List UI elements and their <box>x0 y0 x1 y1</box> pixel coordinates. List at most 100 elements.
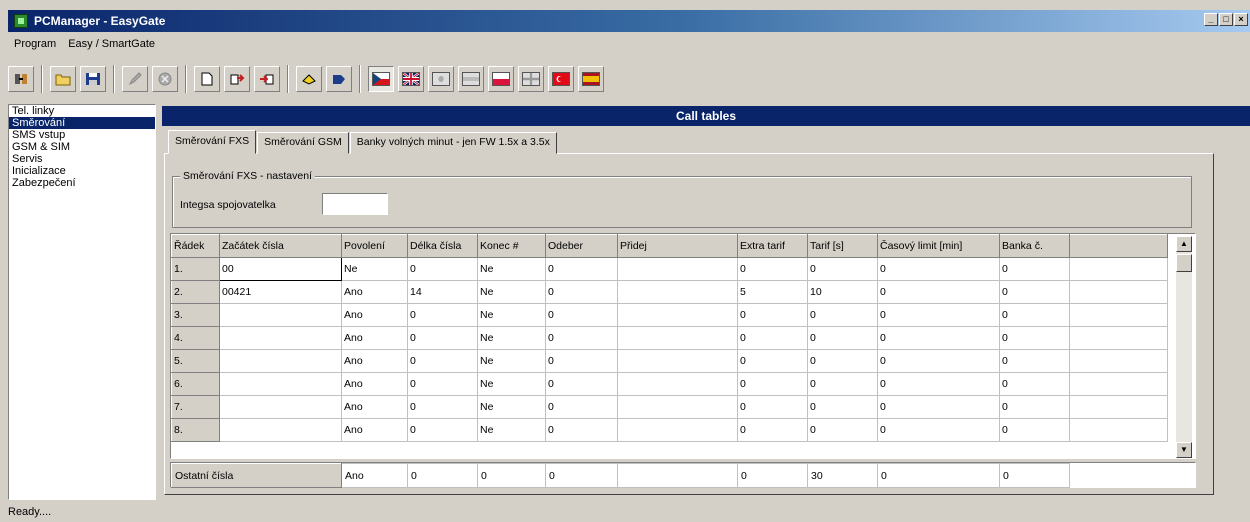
stop-button[interactable] <box>152 66 178 92</box>
column-header[interactable]: Odeber <box>545 234 618 258</box>
sidebar-item[interactable]: Tel. linky <box>9 105 155 117</box>
sidebar-item[interactable]: GSM & SIM <box>9 141 155 153</box>
table-cell[interactable]: Ne <box>477 280 546 304</box>
flag-poland-button[interactable] <box>488 66 514 92</box>
table-cell[interactable] <box>617 257 738 281</box>
flag-generic-button[interactable] <box>428 66 454 92</box>
table-cell[interactable]: 5 <box>737 280 808 304</box>
table-cell[interactable]: 0 <box>877 257 1000 281</box>
table-cell[interactable]: 00 <box>219 257 342 281</box>
table-cell[interactable]: 0 <box>737 303 808 327</box>
export-button[interactable] <box>224 66 250 92</box>
table-cell[interactable] <box>617 372 738 396</box>
table-cell[interactable]: 0 <box>737 326 808 350</box>
table-cell[interactable]: Ano <box>341 395 408 419</box>
column-header[interactable]: Tarif [s] <box>807 234 878 258</box>
table-cell[interactable] <box>617 418 738 442</box>
table-cell[interactable]: Ne <box>477 349 546 373</box>
table-cell[interactable] <box>617 326 738 350</box>
new-document-button[interactable] <box>194 66 220 92</box>
sidebar-item[interactable]: SMS vstup <box>9 129 155 141</box>
tab-item[interactable]: Směrování FXS <box>168 130 257 154</box>
table-cell[interactable]: Ne <box>477 257 546 281</box>
column-header[interactable]: Konec # <box>477 234 546 258</box>
table-cell[interactable] <box>617 303 738 327</box>
table-cell[interactable] <box>219 418 342 442</box>
table-cell[interactable]: 0 <box>407 418 478 442</box>
table-cell[interactable]: 0 <box>407 257 478 281</box>
table-cell[interactable]: 0 <box>737 463 808 488</box>
save-button[interactable] <box>80 66 106 92</box>
table-cell[interactable]: 0 <box>407 372 478 396</box>
table-cell[interactable]: Ano <box>341 280 408 304</box>
table-cell[interactable]: 0 <box>545 257 618 281</box>
table-cell[interactable]: 0 <box>877 418 1000 442</box>
table-cell[interactable]: 0 <box>999 349 1070 373</box>
sidebar-item[interactable]: Servis <box>9 153 155 165</box>
sidebar-item[interactable]: Inicializace <box>9 165 155 177</box>
table-cell[interactable]: 0 <box>999 326 1070 350</box>
table-cell[interactable] <box>219 303 342 327</box>
table-cell[interactable]: 0 <box>545 303 618 327</box>
flag-spain-button[interactable] <box>578 66 604 92</box>
table-cell[interactable]: 0 <box>999 280 1070 304</box>
table-cell[interactable]: 0 <box>807 418 878 442</box>
column-header[interactable]: Délka čísla <box>407 234 478 258</box>
table-cell[interactable]: 0 <box>877 326 1000 350</box>
table-cell[interactable]: 0 <box>877 280 1000 304</box>
column-header[interactable]: Přidej <box>617 234 738 258</box>
tab-item[interactable]: Směrování GSM <box>257 132 349 154</box>
table-cell[interactable]: Ne <box>341 257 408 281</box>
table-cell[interactable]: 10 <box>807 280 878 304</box>
table-cell[interactable] <box>219 395 342 419</box>
table-cell[interactable]: 0 <box>545 349 618 373</box>
table-cell[interactable]: 0 <box>545 326 618 350</box>
table-cell[interactable]: Ano <box>341 418 408 442</box>
table-cell[interactable]: Ano <box>341 303 408 327</box>
column-header[interactable]: Banka č. <box>999 234 1070 258</box>
table-cell[interactable] <box>617 280 738 304</box>
grid-scrollbar[interactable]: ▲ ▼ <box>1176 236 1192 458</box>
table-cell[interactable] <box>617 395 738 419</box>
column-header[interactable]: Extra tarif <box>737 234 808 258</box>
column-header[interactable]: Časový limit [min] <box>877 234 1000 258</box>
table-cell[interactable]: 0 <box>407 395 478 419</box>
connect-button[interactable] <box>8 66 34 92</box>
table-cell[interactable]: Ne <box>477 303 546 327</box>
scroll-down-icon[interactable]: ▼ <box>1176 442 1192 458</box>
table-cell[interactable]: 0 <box>999 372 1070 396</box>
column-header[interactable]: Řádek <box>171 234 220 258</box>
table-cell[interactable]: 0 <box>807 326 878 350</box>
open-folder-button[interactable] <box>50 66 76 92</box>
flag-turkey-button[interactable] <box>548 66 574 92</box>
maximize-button[interactable]: □ <box>1219 13 1233 26</box>
table-cell[interactable]: 0 <box>545 395 618 419</box>
table-cell[interactable]: 0 <box>999 463 1070 488</box>
table-cell[interactable]: 0 <box>737 257 808 281</box>
table-cell[interactable]: 0 <box>407 326 478 350</box>
column-header[interactable]: Začátek čísla <box>219 234 342 258</box>
table-cell[interactable]: 0 <box>877 349 1000 373</box>
table-cell[interactable]: 0 <box>807 372 878 396</box>
table-cell[interactable] <box>219 349 342 373</box>
table-cell[interactable]: 0 <box>877 463 1000 488</box>
table-cell[interactable]: 0 <box>877 303 1000 327</box>
table-cell[interactable]: Ne <box>477 418 546 442</box>
table-cell[interactable] <box>219 326 342 350</box>
table-cell[interactable]: 0 <box>545 280 618 304</box>
table-cell[interactable]: 0 <box>877 395 1000 419</box>
table-cell[interactable]: 0 <box>545 372 618 396</box>
flag-generic2-button[interactable] <box>458 66 484 92</box>
import-button[interactable] <box>254 66 280 92</box>
table-cell[interactable]: 0 <box>807 257 878 281</box>
minimize-button[interactable]: _ <box>1204 13 1218 26</box>
table-cell[interactable]: 0 <box>999 418 1070 442</box>
scroll-up-icon[interactable]: ▲ <box>1176 236 1192 252</box>
table-cell[interactable]: 30 <box>807 463 878 488</box>
table-cell[interactable]: 0 <box>807 303 878 327</box>
table-cell[interactable]: Ano <box>341 326 408 350</box>
table-cell[interactable]: 14 <box>407 280 478 304</box>
column-header[interactable]: Povolení <box>341 234 408 258</box>
sidebar-item[interactable]: Směrování <box>9 117 155 129</box>
flag-czech-button[interactable] <box>368 66 394 92</box>
